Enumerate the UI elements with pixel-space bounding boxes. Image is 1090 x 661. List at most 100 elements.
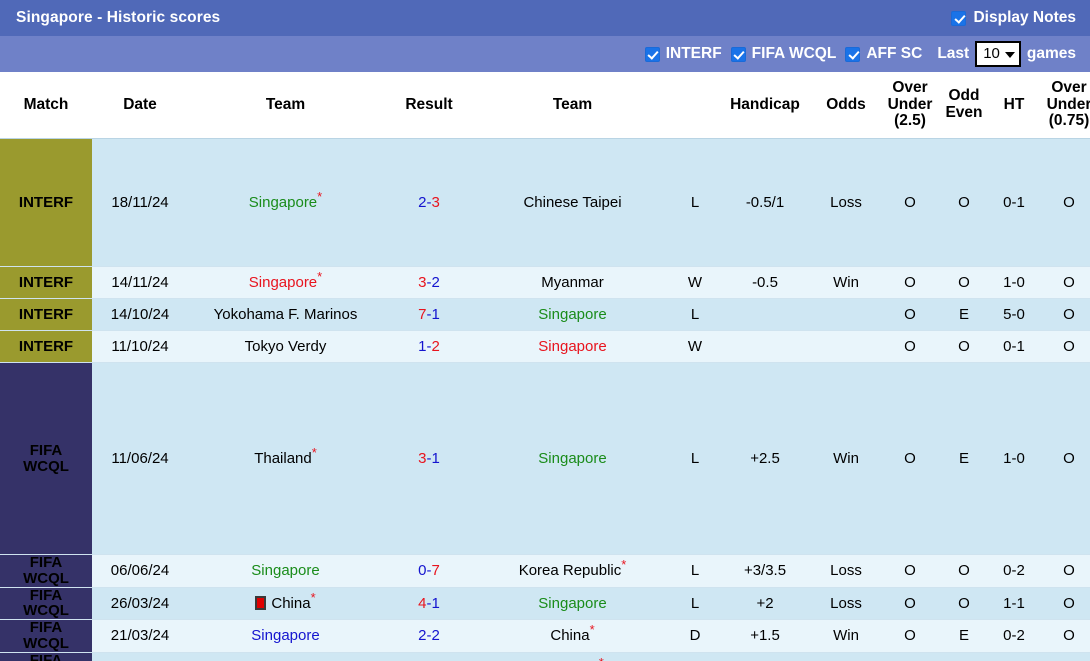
col-header-ou075[interactable]: Over Under (0.75) xyxy=(1038,72,1090,140)
score-away: 3 xyxy=(431,194,440,212)
col-header-ou25[interactable]: Over Under (2.5) xyxy=(882,72,938,140)
odd-even: E xyxy=(938,619,990,653)
over-under-25: O xyxy=(882,330,938,364)
odd-even: O xyxy=(938,330,990,364)
col-header-home[interactable]: Team xyxy=(188,72,383,140)
games-label: games xyxy=(1026,45,1076,62)
away-team[interactable]: Thailand* xyxy=(475,652,670,661)
away-team[interactable]: Singapore xyxy=(475,330,670,364)
home-team[interactable]: Singapore xyxy=(188,554,383,588)
filter-aff-sc[interactable]: AFF SC xyxy=(845,45,922,63)
col-header-date[interactable]: Date xyxy=(92,72,188,140)
page-title: Singapore - Historic scores xyxy=(16,9,221,26)
odds-result xyxy=(810,298,882,332)
away-team[interactable]: Singapore xyxy=(475,362,670,556)
match-date: 26/03/24 xyxy=(92,587,188,621)
half-time-score: 1-1 xyxy=(990,652,1038,661)
away-team[interactable]: Chinese Taipei xyxy=(475,138,670,268)
home-team[interactable]: Singapore xyxy=(188,652,383,661)
col-header-wl[interactable] xyxy=(670,72,720,140)
home-team[interactable]: Singapore xyxy=(188,619,383,653)
filter-checkbox[interactable] xyxy=(730,46,746,62)
away-team[interactable]: China* xyxy=(475,619,670,653)
over-under-25: O xyxy=(882,298,938,332)
home-team[interactable]: Thailand* xyxy=(188,362,383,556)
home-advantage-star: * xyxy=(317,189,323,205)
half-time-score: 1-0 xyxy=(990,362,1038,556)
match-type-badge[interactable]: FIFAWCQL xyxy=(0,587,92,621)
over-under-075: O xyxy=(1038,587,1090,621)
match-type-badge[interactable]: FIFAWCQL xyxy=(0,554,92,588)
display-notes-label: Display Notes xyxy=(973,9,1076,26)
table-row: INTERF 14/10/24 Yokohama F. Marinos 7-1 Sing… xyxy=(0,298,1090,332)
handicap-value: -0.5/1 xyxy=(720,138,810,268)
home-team-label: Tokyo Verdy xyxy=(244,338,327,356)
home-team[interactable]: Singapore* xyxy=(188,138,383,268)
odd-even: O xyxy=(938,587,990,621)
table-row: FIFAWCQL21/11/23Singapore1-3Thailand*L+1… xyxy=(0,652,1090,661)
away-team[interactable]: Korea Republic* xyxy=(475,554,670,588)
col-header-oddeven[interactable]: Odd Even xyxy=(938,72,990,140)
match-date: 14/10/24 xyxy=(92,298,188,332)
away-team-label: Korea Republic xyxy=(518,562,622,580)
home-team-label: Singapore xyxy=(251,562,320,580)
col-header-match[interactable]: Match xyxy=(0,72,92,140)
match-type-badge[interactable]: FIFAWCQL xyxy=(0,362,92,556)
odd-even: E xyxy=(938,362,990,556)
odd-even: E xyxy=(938,652,990,661)
match-type-badge[interactable]: INTERF xyxy=(0,330,92,364)
score-home: 3 xyxy=(418,450,427,468)
display-notes-toggle[interactable]: Display Notes xyxy=(951,9,1076,27)
odds-result: Win xyxy=(810,362,882,556)
filter-label: AFF SC xyxy=(866,45,923,62)
odd-even: O xyxy=(938,554,990,588)
filter-checkbox[interactable] xyxy=(644,46,660,62)
col-header-ht[interactable]: HT xyxy=(990,72,1038,140)
over-under-25: O xyxy=(882,266,938,300)
away-team[interactable]: Myanmar xyxy=(475,266,670,300)
home-team[interactable]: Tokyo Verdy xyxy=(188,330,383,364)
half-time-score: 0-2 xyxy=(990,619,1038,653)
half-time-score: 1-1 xyxy=(990,587,1038,621)
filter-checkbox[interactable] xyxy=(845,46,861,62)
filter-bar: INTERF FIFA WCQL AFF SC Last 10 games xyxy=(0,36,1090,72)
match-result: 4-1 xyxy=(383,587,475,621)
match-date: 21/11/23 xyxy=(92,652,188,661)
home-team[interactable]: China* xyxy=(188,587,383,621)
col-header-away[interactable]: Team xyxy=(475,72,670,140)
match-type-badge[interactable]: FIFAWCQL xyxy=(0,619,92,653)
col-header-result[interactable]: Result xyxy=(383,72,475,140)
historic-scores-table: Match Date Team Result Team Handicap Odds Over U… xyxy=(0,72,1090,661)
match-date: 11/10/24 xyxy=(92,330,188,364)
col-header-handicap[interactable]: Handicap xyxy=(720,72,810,140)
filter-interf[interactable]: INTERF xyxy=(644,45,722,63)
last-games-value: 10 xyxy=(983,45,1000,62)
away-team[interactable]: Singapore xyxy=(475,298,670,332)
col-header-odds[interactable]: Odds xyxy=(810,72,882,140)
filter-fifa-wcql[interactable]: FIFA WCQL xyxy=(730,45,836,63)
match-type-badge[interactable]: INTERF xyxy=(0,266,92,300)
table-row: INTERF 11/10/24 Tokyo Verdy 1-2 Singapore W O O… xyxy=(0,330,1090,364)
match-type-badge[interactable]: INTERF xyxy=(0,298,92,332)
over-under-075: O xyxy=(1038,619,1090,653)
match-type-badge[interactable]: INTERF xyxy=(0,138,92,268)
handicap-value: +1/1.5 xyxy=(720,652,810,661)
home-advantage-star: * xyxy=(599,655,604,661)
home-team[interactable]: Yokohama F. Marinos xyxy=(188,298,383,332)
home-team[interactable]: Singapore* xyxy=(188,266,383,300)
over-under-25: O xyxy=(882,587,938,621)
score-away: 7 xyxy=(431,562,440,580)
away-team-label: Singapore xyxy=(538,338,607,356)
match-type-badge[interactable]: FIFAWCQL xyxy=(0,652,92,661)
display-notes-checkbox[interactable] xyxy=(951,10,967,26)
handicap-value: +2.5 xyxy=(720,362,810,556)
away-team[interactable]: Singapore xyxy=(475,587,670,621)
home-team-label: Yokohama F. Marinos xyxy=(213,306,358,324)
home-advantage-star: * xyxy=(621,557,627,573)
handicap-value xyxy=(720,298,810,332)
away-team-label: Singapore xyxy=(538,306,607,324)
last-games-select[interactable]: 10 xyxy=(975,41,1021,67)
score-home: 4 xyxy=(418,594,427,612)
title-bar: Singapore - Historic scores Display Note… xyxy=(0,0,1090,36)
odd-even: O xyxy=(938,266,990,300)
